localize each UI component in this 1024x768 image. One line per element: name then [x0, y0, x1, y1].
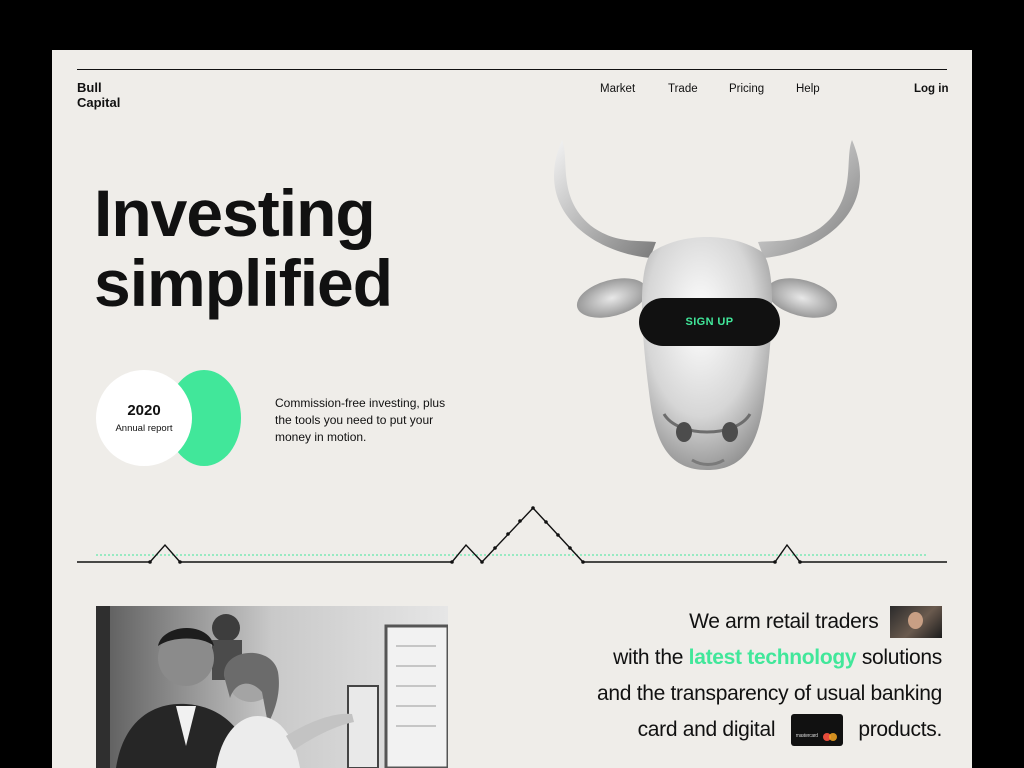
team-photo [96, 606, 448, 768]
bank-card-icon: mastercard [790, 714, 843, 747]
annual-report-label: Annual report [115, 423, 173, 434]
brand-line-1: Bull [77, 80, 102, 95]
login-link[interactable]: Log in [914, 83, 949, 95]
mission-highlight: latest technology [688, 646, 857, 669]
mission-text-1: We arm retail traders [689, 610, 879, 633]
nav-item-help[interactable]: Help [796, 83, 820, 95]
landing-page: Bull Capital Market Trade Pricing Help L… [52, 50, 972, 768]
trader-avatar [890, 606, 942, 639]
brand-logo[interactable]: Bull Capital [77, 80, 120, 110]
mission-text-5: card and digital [637, 718, 776, 741]
nav-item-trade[interactable]: Trade [668, 83, 698, 95]
mission-line-4: card and digital mastercard products. [562, 712, 942, 748]
mission-line-3: and the transparency of usual banking [597, 682, 942, 705]
hero-tagline: Commission-free investing, plus the tool… [275, 396, 446, 444]
hero-title-line-1: Investing [94, 176, 376, 250]
hero-title-line-2: simplified [94, 246, 393, 320]
annual-report-year: 2020 [127, 402, 161, 419]
mission-line-2: with the latest technology solutions [562, 640, 942, 676]
mission-text-3: solutions [861, 646, 942, 669]
brand-line-2: Capital [77, 95, 121, 110]
market-line-chart [77, 506, 947, 564]
nav-item-market[interactable]: Market [600, 83, 635, 95]
left-horn-icon [554, 140, 656, 258]
hero-title: Investing simplified [94, 176, 393, 320]
card-brand-label: mastercard [795, 733, 818, 740]
top-divider [77, 69, 947, 70]
annual-report-badge[interactable]: 2020 Annual report [96, 370, 192, 466]
mission-text-6: products. [858, 718, 942, 741]
chart-line [77, 506, 947, 564]
mission-line-1: We arm retail traders [562, 604, 942, 640]
nav-item-pricing[interactable]: Pricing [729, 83, 764, 95]
mission-text-2: with the [613, 646, 684, 669]
mission-statement: We arm retail traders with the latest te… [562, 604, 942, 748]
bull-face-icon [641, 237, 773, 470]
right-horn-icon [758, 140, 860, 258]
mastercard-logo-icon [822, 733, 837, 742]
signup-button[interactable]: SIGN UP [639, 298, 780, 346]
